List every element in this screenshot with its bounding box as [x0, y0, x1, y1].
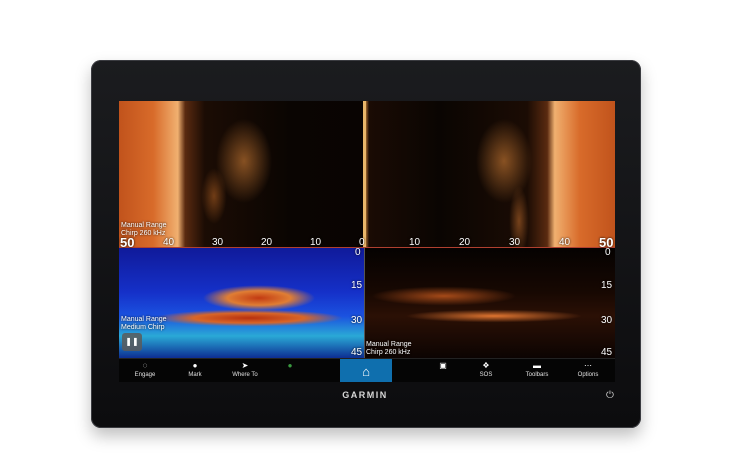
bottom-toolbar: ◌ Engage ● Mark ➤ Where To ● ⌂ ▣ ❖ SOS ▬…: [119, 358, 615, 382]
pause-icon: ❚❚: [125, 337, 139, 346]
autopilot-icon: ◌: [142, 361, 148, 370]
home-icon: ⌂: [362, 363, 370, 379]
bl-range-mode: Manual Range: [121, 316, 167, 323]
tl-scale-30: 30: [212, 237, 224, 248]
br-depth-30: 30: [601, 315, 613, 326]
toolbars-button[interactable]: ▬ Toolbars: [511, 359, 563, 382]
chartplotter-screen: Manual Range Chirp 260 kHz 50 40 30 20 1…: [119, 101, 615, 382]
tl-scale-10: 10: [310, 237, 322, 248]
bl-depth-45: 45: [351, 347, 363, 358]
options-button[interactable]: ⋯ Options: [562, 359, 614, 382]
tl-scale-20: 20: [261, 237, 273, 248]
tl-scale-40: 40: [163, 237, 175, 248]
globe-button[interactable]: ●: [264, 359, 316, 382]
br-frequency: Chirp 260 kHz: [366, 349, 411, 356]
garmin-logo: GARMIN: [342, 390, 388, 400]
sos-button[interactable]: ❖ SOS: [460, 359, 512, 382]
bottom-divider: [364, 248, 365, 358]
toolbars-icon: ▬: [533, 361, 541, 370]
mark-button[interactable]: ● Mark: [169, 359, 221, 382]
pause-button[interactable]: ❚❚: [122, 333, 142, 351]
tr-scale-30: 30: [509, 237, 521, 248]
power-icon[interactable]: ⏻: [604, 390, 616, 402]
pin-icon: ●: [192, 361, 198, 370]
sidevu-right-pane[interactable]: [364, 101, 615, 248]
screens-icon: ▣: [439, 361, 447, 370]
tl-scale-50: 50: [120, 235, 135, 250]
traditional-sonar-pane[interactable]: [119, 248, 364, 358]
br-depth-0: 0: [605, 247, 611, 258]
engage-button[interactable]: ◌ Engage: [119, 359, 171, 382]
tr-scale-10: 10: [409, 237, 421, 248]
br-depth-15: 15: [601, 280, 613, 291]
tr-scale-20: 20: [459, 237, 471, 248]
sos-icon: ❖: [482, 361, 490, 370]
center-line: [363, 101, 366, 248]
tl-range-mode: Manual Range: [121, 222, 167, 229]
tr-scale-40: 40: [559, 237, 571, 248]
options-icon: ⋯: [584, 361, 592, 370]
br-range-mode: Manual Range: [366, 341, 412, 348]
bl-depth-0: 0: [355, 247, 361, 258]
br-depth-45: 45: [601, 347, 613, 358]
navigate-arrow-icon: ➤: [241, 361, 249, 370]
globe-icon: ●: [287, 361, 293, 370]
horizontal-divider: [119, 247, 615, 248]
bl-depth-15: 15: [351, 280, 363, 291]
bl-depth-30: 30: [351, 315, 363, 326]
bl-frequency: Medium Chirp: [121, 324, 165, 331]
home-button[interactable]: ⌂: [340, 359, 392, 382]
